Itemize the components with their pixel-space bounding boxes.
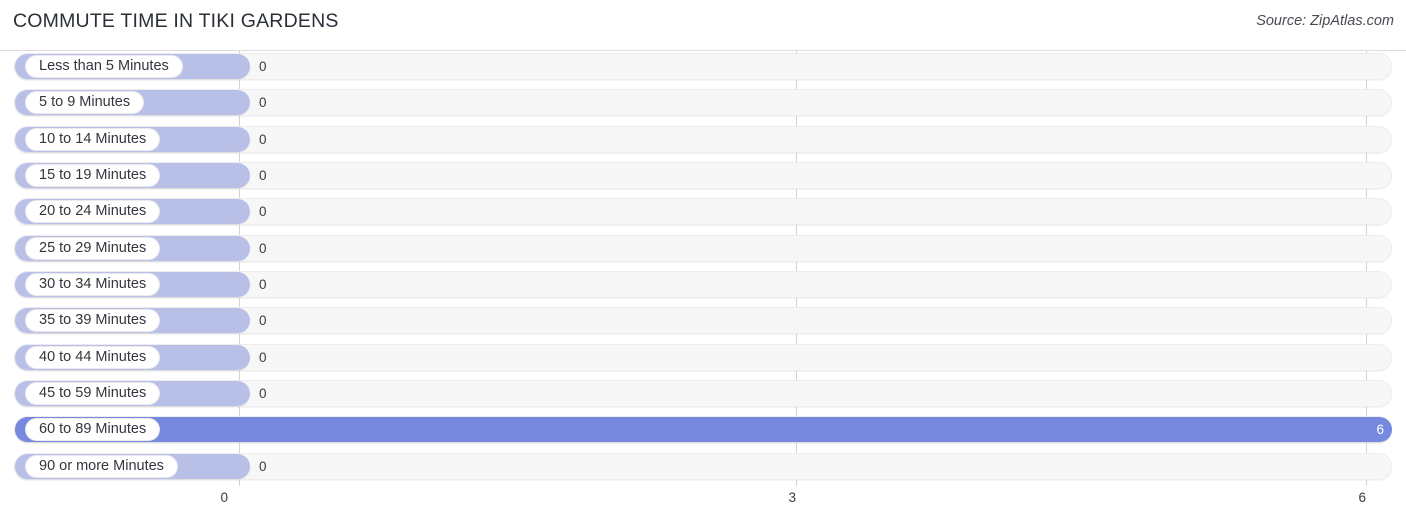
table-row[interactable]: 15 to 19 Minutes 0	[0, 159, 1406, 195]
bar-value-label: 0	[259, 276, 267, 292]
chart-header: COMMUTE TIME IN TIKI GARDENS Source: Zip…	[0, 0, 1406, 45]
x-tick-label-2: 6	[1358, 490, 1366, 505]
bar-value-label: 0	[259, 95, 267, 111]
bar-category-label: 30 to 34 Minutes	[26, 273, 160, 295]
bar-value-label: 0	[259, 59, 267, 74]
source-attribution: Source: ZipAtlas.com	[1256, 13, 1394, 29]
table-row[interactable]: 60 to 89 Minutes 6	[0, 413, 1406, 449]
x-tick-label-0: 0	[220, 490, 228, 505]
table-row[interactable]: 90 or more Minutes 0	[0, 450, 1406, 486]
bar-category-label: 35 to 39 Minutes	[26, 310, 160, 332]
bar-value-label: 0	[259, 204, 267, 220]
bar-value-label: 0	[259, 167, 267, 183]
table-row[interactable]: 30 to 34 Minutes 0	[0, 268, 1406, 304]
table-row[interactable]: Less than 5 Minutes 0	[0, 50, 1406, 86]
bar-category-label: 90 or more Minutes	[26, 455, 177, 477]
bar-value-label: 0	[259, 240, 267, 256]
bar-category-label: Less than 5 Minutes	[26, 56, 182, 77]
bar-value-label: 0	[259, 313, 267, 329]
bar-value-label: 0	[259, 458, 267, 474]
table-row[interactable]: 35 to 39 Minutes 0	[0, 304, 1406, 340]
bar-category-label: 15 to 19 Minutes	[26, 164, 160, 186]
page-title: COMMUTE TIME IN TIKI GARDENS	[13, 10, 339, 32]
bar-category-label: 45 to 59 Minutes	[26, 382, 160, 404]
bar-category-label: 25 to 29 Minutes	[26, 237, 160, 259]
bar-value-label: 6	[1376, 422, 1384, 438]
table-row[interactable]: 10 to 14 Minutes 0	[0, 123, 1406, 159]
bar-category-label: 40 to 44 Minutes	[26, 346, 160, 368]
chart-plot-area: Less than 5 Minutes 0 5 to 9 Minutes 0 10 to…	[0, 50, 1406, 486]
table-row[interactable]: 20 to 24 Minutes 0	[0, 195, 1406, 231]
x-tick-label-1: 3	[788, 490, 796, 505]
table-row[interactable]: 5 to 9 Minutes 0	[0, 86, 1406, 122]
bar-rows: Less than 5 Minutes 0 5 to 9 Minutes 0 10 to…	[0, 50, 1406, 486]
bar-fill	[15, 417, 1392, 443]
table-row[interactable]: 40 to 44 Minutes 0	[0, 341, 1406, 377]
bar-value-label: 0	[259, 349, 267, 365]
bar-value-label: 0	[259, 131, 267, 147]
bar-category-label: 10 to 14 Minutes	[26, 128, 160, 150]
bar-category-label: 20 to 24 Minutes	[26, 201, 160, 223]
x-axis: 0 3 6	[0, 486, 1406, 523]
table-row[interactable]: 45 to 59 Minutes 0	[0, 377, 1406, 413]
bar-category-label: 60 to 89 Minutes	[26, 419, 160, 441]
bar-value-label: 0	[259, 385, 267, 401]
table-row[interactable]: 25 to 29 Minutes 0	[0, 232, 1406, 268]
bar-category-label: 5 to 9 Minutes	[26, 92, 144, 114]
